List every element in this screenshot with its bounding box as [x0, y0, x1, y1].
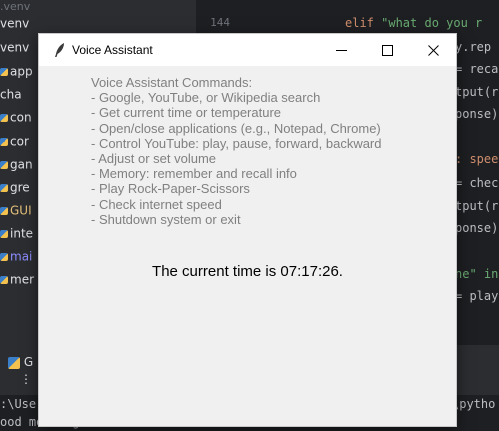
python-file-icon: [0, 252, 8, 261]
project-item-label: cor: [10, 134, 29, 149]
project-item-label: inte: [10, 226, 34, 241]
python-file-icon: [0, 229, 8, 238]
line-number: 144: [210, 16, 230, 29]
window-title: Voice Assistant: [72, 43, 153, 57]
project-item-label: con: [10, 110, 32, 125]
code-line: tput(r: [455, 85, 499, 99]
minimize-button[interactable]: [318, 34, 364, 66]
feather-icon: [55, 43, 64, 57]
project-item-label: gan: [10, 157, 33, 172]
run-tab-label: G: [23, 355, 34, 369]
python-file-icon: [0, 137, 8, 146]
command-item: - Play Rock-Paper-Scissors: [91, 181, 250, 197]
project-item-label: mer: [10, 272, 35, 287]
project-item[interactable]: cha: [0, 87, 40, 107]
project-item[interactable]: mai: [0, 249, 40, 269]
project-item-venv[interactable]: venv: [0, 16, 40, 36]
python-file-icon: [0, 67, 8, 76]
project-item-label: gre: [10, 180, 30, 195]
project-item-label: app: [10, 64, 33, 79]
python-file-icon: [0, 113, 8, 122]
code-line: tput(r: [455, 199, 499, 213]
command-item: - Adjust or set volume: [91, 151, 216, 167]
title-bar[interactable]: Voice Assistant: [39, 34, 456, 66]
project-item[interactable]: con: [0, 110, 40, 130]
command-item: - Google, YouTube, or Wikipedia search: [91, 90, 321, 106]
code-line: = play: [455, 289, 499, 303]
console-line: :\Use: [0, 397, 37, 411]
project-item[interactable]: inte: [0, 226, 40, 246]
command-item: - Open/close applications (e.g., Notepad…: [91, 120, 381, 136]
project-item-label: venv: [0, 40, 30, 55]
project-item-label: GUI: [10, 203, 32, 218]
command-item: - Control YouTube: play, pause, forward,…: [91, 135, 382, 151]
close-icon: [427, 44, 439, 56]
code-line: y.rep: [455, 40, 492, 54]
minimize-icon: [335, 49, 347, 51]
maximize-icon: [381, 44, 393, 56]
command-item: - Memory: remember and recall info: [91, 166, 297, 182]
project-root-label: .venv: [0, 0, 31, 13]
code-line: ponse): [455, 221, 499, 235]
voice-assistant-window: Voice Assistant Voice Assistant Commands…: [38, 33, 457, 427]
code-string: "what do you r: [381, 16, 483, 30]
close-button[interactable]: [410, 34, 456, 66]
python-file-icon: [0, 206, 8, 215]
project-item[interactable]: gre: [0, 180, 40, 200]
command-item: - Shutdown system or exit: [91, 211, 241, 227]
status-time-text: The current time is 07:17:26.: [152, 263, 343, 280]
commands-list: Voice Assistant Commands: - Google, YouT…: [91, 75, 382, 227]
project-item-label: mai: [10, 249, 33, 264]
project-item[interactable]: GUI: [0, 203, 40, 223]
window-content: Voice Assistant Commands: - Google, YouT…: [39, 66, 456, 426]
command-item: - Check internet speed: [91, 196, 222, 212]
python-file-icon: [0, 160, 8, 169]
code-line: = chec: [455, 176, 499, 190]
code-line: elif "what do you r: [345, 16, 482, 30]
project-item-label: cha: [0, 87, 22, 102]
python-file-icon: [0, 183, 8, 192]
code-line: : spee: [455, 152, 499, 166]
more-options-icon[interactable]: ⋮: [20, 372, 32, 386]
python-file-icon: [0, 275, 8, 284]
run-tab[interactable]: G: [8, 355, 33, 369]
project-item[interactable]: gan: [0, 157, 40, 177]
project-item[interactable]: app: [0, 64, 40, 84]
commands-heading: Voice Assistant Commands:: [91, 75, 253, 90]
maximize-button[interactable]: [364, 34, 410, 66]
project-item[interactable]: mer: [0, 272, 40, 292]
project-item-label: venv: [0, 16, 30, 31]
console-line: \pytho: [452, 397, 496, 411]
python-file-icon: [8, 356, 20, 369]
code-keyword: elif: [345, 16, 382, 30]
project-item[interactable]: venv: [0, 40, 40, 60]
command-item: - Get current time or temperature: [91, 105, 282, 121]
project-item[interactable]: cor: [0, 134, 40, 154]
code-line: ponse): [455, 107, 499, 121]
code-line: ne" in: [455, 267, 499, 281]
code-line: = reca: [455, 62, 499, 76]
